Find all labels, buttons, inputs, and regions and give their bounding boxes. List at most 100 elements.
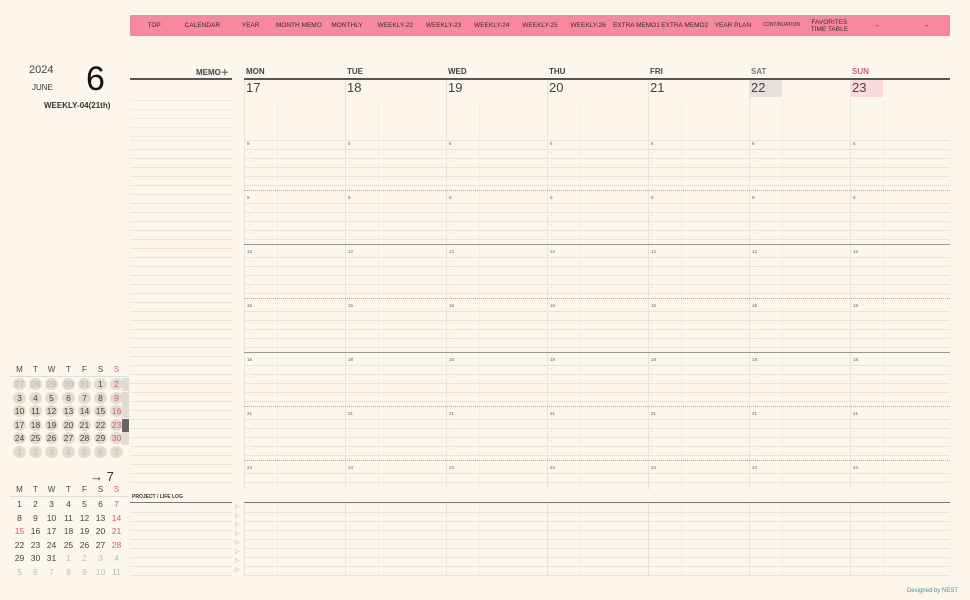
mini-day[interactable]: 17 (45, 525, 58, 537)
nav-prev-arrow[interactable]: ← (854, 22, 902, 29)
mini-day[interactable]: 29 (45, 378, 58, 390)
mini-day[interactable]: 18 (62, 525, 75, 537)
mini-day[interactable]: 20 (62, 418, 75, 431)
mini-day[interactable]: 13 (62, 405, 75, 417)
mini-day[interactable]: 28 (29, 378, 42, 390)
mini-day[interactable]: 12 (78, 512, 91, 524)
mini-day[interactable]: 10 (94, 566, 107, 578)
mini-day[interactable]: 24 (13, 432, 26, 444)
nav-weekly-24[interactable]: WEEKLY-24 (468, 22, 516, 29)
week-selector[interactable] (122, 391, 129, 405)
mini-day[interactable]: 1 (13, 445, 26, 458)
nav-favorites-time-table[interactable]: FAVORITES TIME TABLE (805, 19, 853, 33)
nav-extra-memo2[interactable]: EXTRA MEMO2 (661, 22, 709, 29)
mini-day[interactable]: 7 (110, 498, 123, 510)
mini-day[interactable]: 2 (78, 552, 91, 564)
mini-day[interactable]: 4 (62, 498, 75, 510)
mini-day[interactable]: 26 (45, 432, 58, 444)
mini-day[interactable]: 7 (45, 566, 58, 578)
mini-day[interactable]: 2 (29, 498, 42, 510)
mini-day[interactable]: 27 (62, 432, 75, 444)
nav-continuation[interactable]: CONTINUATION (757, 22, 805, 29)
nav-top[interactable]: TOP (130, 22, 178, 29)
mini-day[interactable]: 1 (94, 378, 107, 390)
week-selector[interactable] (122, 432, 129, 445)
mini-day[interactable]: 9 (29, 512, 42, 524)
mini-day[interactable]: 28 (110, 539, 123, 551)
memo-add-button[interactable]: MEMO＋ (196, 67, 229, 78)
mini-day[interactable]: 6 (94, 445, 107, 458)
date-23[interactable]: 23 (850, 80, 883, 97)
mini-day[interactable]: 27 (94, 539, 107, 551)
mini-day[interactable]: 21 (78, 418, 91, 431)
nav-year-plan[interactable]: YEAR PLAN (709, 22, 757, 29)
date-18[interactable]: 18 (345, 80, 378, 97)
mini-day[interactable]: 18 (29, 418, 42, 431)
mini-day[interactable]: 21 (110, 525, 123, 537)
mini-day[interactable]: 25 (62, 539, 75, 551)
mini-day[interactable]: 7 (78, 391, 91, 404)
mini-day[interactable]: 1 (13, 498, 26, 510)
date-17[interactable]: 17 (244, 80, 277, 97)
mini-day[interactable]: 22 (13, 539, 26, 551)
mini-day[interactable]: 6 (94, 498, 107, 510)
mini-day[interactable]: 12 (45, 405, 58, 417)
mini-day[interactable]: 20 (94, 525, 107, 537)
mini-day[interactable]: 27 (13, 378, 26, 390)
nav-weekly-26[interactable]: WEEKLY-26 (564, 22, 612, 29)
mini-day[interactable]: 10 (45, 512, 58, 524)
mini-day[interactable]: 28 (78, 432, 91, 444)
mini-day[interactable]: 2 (29, 445, 42, 458)
mini-day[interactable]: 29 (94, 432, 107, 444)
nav-year[interactable]: YEAR (226, 22, 274, 29)
mini-day[interactable]: 15 (13, 525, 26, 537)
mini-day[interactable]: 31 (45, 552, 58, 564)
nav-weekly-25[interactable]: WEEKLY-25 (516, 22, 564, 29)
mini-day[interactable]: 11 (110, 566, 123, 578)
mini-day[interactable]: 8 (94, 391, 107, 404)
mini-day[interactable]: 3 (45, 498, 58, 510)
mini-day[interactable]: 19 (78, 525, 91, 537)
mini-day[interactable]: 5 (13, 566, 26, 578)
nav-weekly-22[interactable]: WEEKLY-22 (371, 22, 419, 29)
mini-day[interactable]: 29 (13, 552, 26, 564)
week-selector[interactable] (122, 418, 129, 432)
mini-day[interactable]: 6 (62, 391, 75, 404)
mini-day[interactable]: 10 (13, 405, 26, 417)
mini-day[interactable]: 7 (110, 445, 123, 458)
mini-day[interactable]: 14 (110, 512, 123, 524)
mini-day[interactable]: 15 (94, 405, 107, 417)
mini-day[interactable]: 9 (78, 566, 91, 578)
mini-day[interactable]: 4 (62, 445, 75, 458)
mini-day[interactable]: 8 (13, 512, 26, 524)
mini-day[interactable]: 23 (29, 539, 42, 551)
mini-day[interactable]: 25 (29, 432, 42, 444)
mini-day[interactable]: 4 (110, 552, 123, 564)
mini-day[interactable]: 30 (62, 378, 75, 390)
week-selector[interactable] (122, 378, 129, 391)
mini-day[interactable]: 31 (78, 378, 91, 390)
mini-day[interactable]: 3 (45, 445, 58, 458)
nav-next-arrow[interactable]: → (902, 22, 950, 29)
nav-monthly[interactable]: MONTHLY (323, 22, 371, 29)
mini-day[interactable]: 1 (62, 552, 75, 564)
mini-day[interactable]: 5 (78, 445, 91, 458)
mini-day[interactable]: 17 (13, 418, 26, 431)
mini-day[interactable]: 14 (78, 405, 91, 417)
mini-day[interactable]: 11 (62, 512, 75, 524)
mini-day[interactable]: 3 (94, 552, 107, 564)
mini-day[interactable]: 5 (45, 391, 58, 404)
nav-month-memo[interactable]: MONTH MEMO (275, 22, 323, 29)
date-19[interactable]: 19 (446, 80, 479, 97)
mini-day[interactable]: 26 (78, 539, 91, 551)
mini-day[interactable]: 13 (94, 512, 107, 524)
date-22[interactable]: 22 (749, 80, 782, 97)
mini-day[interactable]: 24 (45, 539, 58, 551)
mini-day[interactable]: 6 (29, 566, 42, 578)
mini-day[interactable]: 16 (29, 525, 42, 537)
week-selector[interactable] (122, 405, 129, 418)
nav-extra-memo1[interactable]: EXTRA MEMO1 (612, 22, 660, 29)
mini-day[interactable]: 22 (94, 418, 107, 431)
mini-day[interactable]: 4 (29, 391, 42, 404)
next-month-link[interactable]: → 7 (90, 469, 114, 484)
